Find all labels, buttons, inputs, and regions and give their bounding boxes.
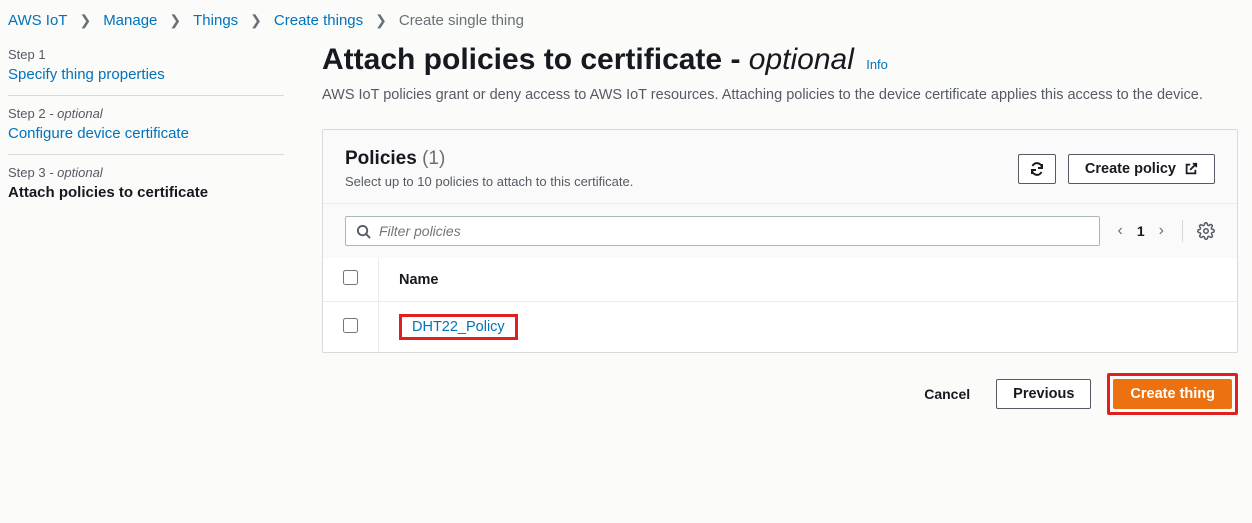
breadcrumb-aws-iot[interactable]: AWS IoT <box>8 12 67 29</box>
page-title-text: Attach policies to certificate - <box>322 43 740 76</box>
policies-panel: Policies (1) Select up to 10 policies to… <box>322 129 1238 353</box>
row-checkbox[interactable] <box>343 318 358 333</box>
panel-toolbar: ‹ 1 › <box>323 204 1237 258</box>
filter-input[interactable] <box>379 223 1089 239</box>
chevron-right-icon: ❯ <box>169 12 181 29</box>
row-checkbox-cell <box>323 302 379 353</box>
highlight-box: Create thing <box>1107 373 1238 415</box>
footer-actions: Cancel Previous Create thing <box>322 373 1238 415</box>
breadcrumb-current: Create single thing <box>399 12 524 29</box>
wizard-step-label-text: Step 3 <box>8 165 46 180</box>
external-link-icon <box>1184 162 1198 176</box>
page-title: Attach policies to certificate - optiona… <box>322 43 1238 77</box>
search-icon <box>356 224 371 239</box>
chevron-right-icon: ❯ <box>79 12 91 29</box>
row-name-cell: DHT22_Policy <box>379 302 1238 353</box>
panel-actions: Create policy <box>1018 154 1215 184</box>
page-number: 1 <box>1137 223 1145 239</box>
policy-link[interactable]: DHT22_Policy <box>412 319 505 335</box>
pagination: ‹ 1 › <box>1114 220 1168 242</box>
prev-page-button[interactable]: ‹ <box>1114 220 1127 242</box>
panel-subtitle: Select up to 10 policies to attach to th… <box>345 174 633 189</box>
chevron-right-icon: ❯ <box>250 12 262 29</box>
gear-icon <box>1197 222 1215 240</box>
create-thing-button[interactable]: Create thing <box>1113 379 1232 409</box>
table-row: DHT22_Policy <box>323 302 1237 353</box>
divider <box>1182 220 1183 242</box>
wizard-step-optional: - optional <box>49 106 102 121</box>
settings-button[interactable] <box>1197 222 1215 240</box>
page-title-optional: optional <box>749 43 854 76</box>
wizard-step-1: Step 1 Specify thing properties <box>8 37 284 96</box>
refresh-button[interactable] <box>1018 154 1056 184</box>
wizard-steps-sidebar: Step 1 Specify thing properties Step 2 -… <box>8 37 308 415</box>
wizard-step-title-current: Attach policies to certificate <box>8 184 284 201</box>
select-all-header <box>323 258 379 302</box>
wizard-step-label: Step 1 <box>8 47 284 62</box>
info-link[interactable]: Info <box>866 57 888 72</box>
panel-title-count: (1) <box>422 148 445 169</box>
wizard-step-3: Step 3 - optional Attach policies to cer… <box>8 155 284 213</box>
filter-box <box>345 216 1100 246</box>
create-policy-label: Create policy <box>1085 161 1176 177</box>
breadcrumb-create-things[interactable]: Create things <box>274 12 363 29</box>
create-policy-button[interactable]: Create policy <box>1068 154 1215 184</box>
panel-title: Policies (1) <box>345 148 633 170</box>
breadcrumb: AWS IoT ❯ Manage ❯ Things ❯ Create thing… <box>0 0 1252 37</box>
wizard-step-label: Step 2 - optional <box>8 106 284 121</box>
previous-button[interactable]: Previous <box>996 379 1091 409</box>
policies-table: Name DHT22_Policy <box>323 258 1237 352</box>
cancel-button[interactable]: Cancel <box>914 380 980 408</box>
refresh-icon <box>1029 161 1045 177</box>
wizard-step-optional: - optional <box>49 165 102 180</box>
chevron-left-icon: ‹ <box>1118 222 1123 239</box>
chevron-right-icon: › <box>1159 222 1164 239</box>
select-all-checkbox[interactable] <box>343 270 358 285</box>
wizard-step-title-link[interactable]: Specify thing properties <box>8 66 165 83</box>
wizard-step-label-text: Step 2 <box>8 106 46 121</box>
breadcrumb-manage[interactable]: Manage <box>103 12 157 29</box>
wizard-step-2: Step 2 - optional Configure device certi… <box>8 96 284 155</box>
wizard-step-label: Step 3 - optional <box>8 165 284 180</box>
page-description: AWS IoT policies grant or deny access to… <box>322 85 1222 105</box>
wizard-step-title-link[interactable]: Configure device certificate <box>8 125 189 142</box>
panel-title-text: Policies <box>345 148 417 169</box>
column-header-name[interactable]: Name <box>379 258 1238 302</box>
highlight-box: DHT22_Policy <box>399 314 518 340</box>
main-content: Attach policies to certificate - optiona… <box>308 37 1244 415</box>
panel-header: Policies (1) Select up to 10 policies to… <box>323 130 1237 204</box>
chevron-right-icon: ❯ <box>375 12 387 29</box>
breadcrumb-things[interactable]: Things <box>193 12 238 29</box>
next-page-button[interactable]: › <box>1155 220 1168 242</box>
